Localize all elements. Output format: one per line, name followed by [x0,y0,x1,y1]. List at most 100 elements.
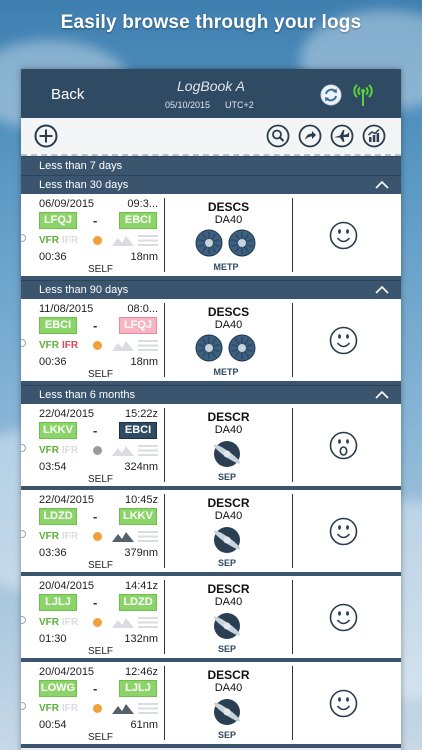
smiley-face-icon[interactable] [329,517,358,546]
turbine-engine-icon: METP [195,334,256,377]
flight-entry[interactable]: 20/04/2015 12:46z LOWG - LJLJ VFR IFR 00… [21,662,401,748]
aircraft-registration: DESCR [207,582,250,596]
chevron-up-icon[interactable] [375,286,389,294]
sync-icon[interactable] [320,84,342,106]
section-header[interactable]: Less than 30 days [21,175,401,194]
engine-label: SEP [218,644,236,654]
airplane-icon[interactable] [330,124,354,148]
flight-duration: 00:36 [39,251,67,263]
flight-time: 10:45z [124,494,158,506]
flight-entry[interactable]: 06/09/2015 09:3... LFQJ - EBCI VFR IFR 0… [21,194,401,280]
route-dash: - [93,595,98,610]
vfr-badge: VFR [39,617,59,628]
smiley-face-icon[interactable] [329,326,358,355]
aircraft-registration: DESCR [207,496,250,510]
flight-duration: 03:36 [39,547,67,559]
engine-label: SEP [218,558,236,568]
moon-icon [93,446,102,455]
propeller-icon: SEP [213,699,241,740]
flight-entry[interactable]: 22/04/2015 15:22z LKKV - EBCI VFR IFR 03… [21,404,401,490]
sun-icon [93,341,102,350]
arrival-code: LFQJ [119,317,157,334]
ifr-badge: IFR [62,703,79,714]
route-dash: - [93,318,98,333]
vfr-badge: VFR [39,340,59,351]
arrival-code: EBCI [119,422,157,439]
arrival-code: EBCI [119,212,157,229]
pilot-role: SELF [88,369,114,380]
surprised-face-icon[interactable] [329,431,358,460]
flight-time: 08:0... [127,303,158,315]
section-label: Less than 6 months [39,389,136,401]
flight-distance: 18nm [130,251,158,263]
aircraft-registration: DESCS [207,200,250,214]
engine-label: SEP [218,730,236,740]
section-label: Less than 90 days [39,284,129,296]
column-divider [292,666,293,740]
flight-time: 15:22z [124,408,158,420]
flight-duration: 00:36 [39,356,67,368]
flight-time: 14:41z [124,580,158,592]
aircraft-type: DA40 [214,596,243,608]
propeller-icon: SEP [213,441,241,482]
flight-date: 06/09/2015 [39,198,95,210]
section-header[interactable]: Less than 90 days [21,280,401,299]
engine-label: SEP [218,472,236,482]
headline: Easily browse through your logs [60,12,362,33]
smiley-face-icon[interactable] [329,603,358,632]
add-icon[interactable] [34,124,58,148]
arrival-code: LDZD [119,594,157,611]
engine-label: METP [213,262,238,272]
column-divider [292,303,293,377]
flight-entry[interactable]: 20/04/2015 14:41z LJLJ - LDZD VFR IFR 01… [21,576,401,662]
aircraft-registration: DESCR [207,410,250,424]
aircraft-type: DA40 [214,319,243,331]
section-label: Less than 30 days [39,179,129,191]
section-label: Less than 7 days [39,160,123,172]
departure-code: LDZD [39,508,77,525]
flight-time: 09:3... [127,198,158,210]
mountain-icon [112,618,134,628]
flight-date: 22/04/2015 [39,494,95,506]
section-header[interactable]: Less than 7 days [21,156,401,175]
share-icon[interactable] [298,124,322,148]
logbook-screen: Back LogBook A 05/10/2015 UTC+2 Less tha… [21,69,401,750]
route-dash: - [93,509,98,524]
chevron-up-icon[interactable] [375,181,389,189]
section-header[interactable]: Less than 6 months [21,385,401,404]
flight-time: 12:46z [124,666,158,678]
pilot-role: SELF [88,646,114,657]
route-dash: - [93,423,98,438]
turbine-engine-icon: METP [195,229,256,272]
smiley-face-icon[interactable] [329,689,358,718]
stats-icon[interactable] [362,124,386,148]
propeller-icon: SEP [213,613,241,654]
antenna-icon[interactable] [353,81,373,107]
vfr-badge: VFR [39,445,59,456]
aircraft-type: DA40 [214,214,243,226]
mountain-icon [112,341,134,351]
vfr-badge: VFR [39,703,59,714]
vfr-badge: VFR [39,531,59,542]
smiley-face-icon[interactable] [329,221,358,250]
mountain-icon [112,532,134,542]
cloud-layers-icon [138,703,158,714]
ifr-badge: IFR [62,340,79,351]
flight-entry[interactable]: 22/04/2015 10:45z LDZD - LKKV VFR IFR 03… [21,490,401,576]
cloud-layers-icon [138,445,158,456]
departure-code: LFQJ [39,212,77,229]
search-icon[interactable] [266,124,290,148]
flight-entry[interactable]: 11/08/2015 08:0... EBCI - LFQJ VFR IFR 0… [21,299,401,385]
pilot-role: SELF [88,560,114,571]
route-dash: - [93,681,98,696]
chevron-up-icon[interactable] [375,391,389,399]
flight-date: 20/04/2015 [39,666,95,678]
column-divider [292,580,293,654]
cloud-layers-icon [138,340,158,351]
vfr-badge: VFR [39,235,59,246]
logbook-title: LogBook A [177,78,245,94]
ifr-badge: IFR [62,445,79,456]
departure-code: EBCI [39,317,77,334]
flight-duration: 00:54 [39,719,67,731]
column-divider [292,494,293,568]
